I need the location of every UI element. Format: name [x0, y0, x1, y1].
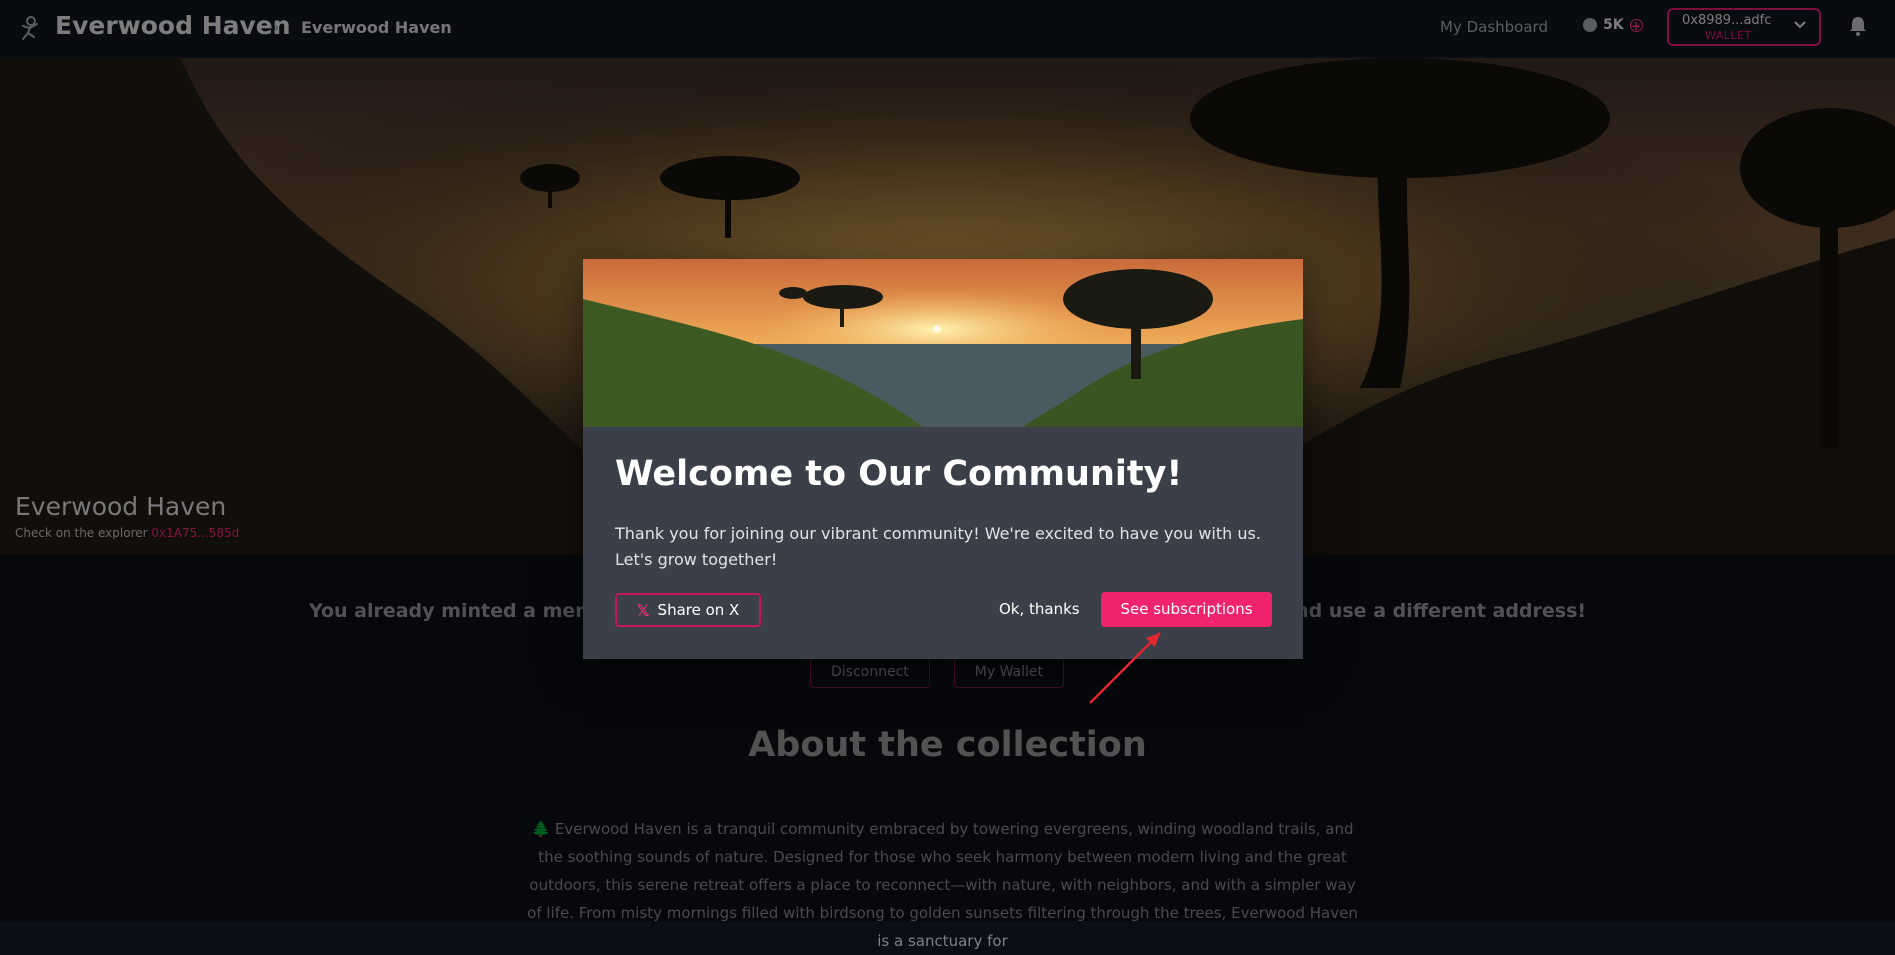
ok-thanks-button[interactable]: Ok, thanks — [999, 600, 1080, 618]
modal-title: Welcome to Our Community! — [615, 454, 1183, 494]
modal-body-text: Thank you for joining our vibrant commun… — [615, 524, 1261, 569]
share-on-x-button[interactable]: 𝕏 Share on X — [615, 593, 761, 627]
annotation-arrow — [1089, 632, 1161, 704]
x-logo-icon: 𝕏 — [636, 600, 650, 620]
see-subscriptions-button[interactable]: See subscriptions — [1101, 592, 1272, 627]
welcome-modal: Welcome to Our Community! Thank you for … — [583, 259, 1303, 659]
modal-landscape-image — [583, 259, 1303, 427]
share-label: Share on X — [657, 601, 740, 619]
